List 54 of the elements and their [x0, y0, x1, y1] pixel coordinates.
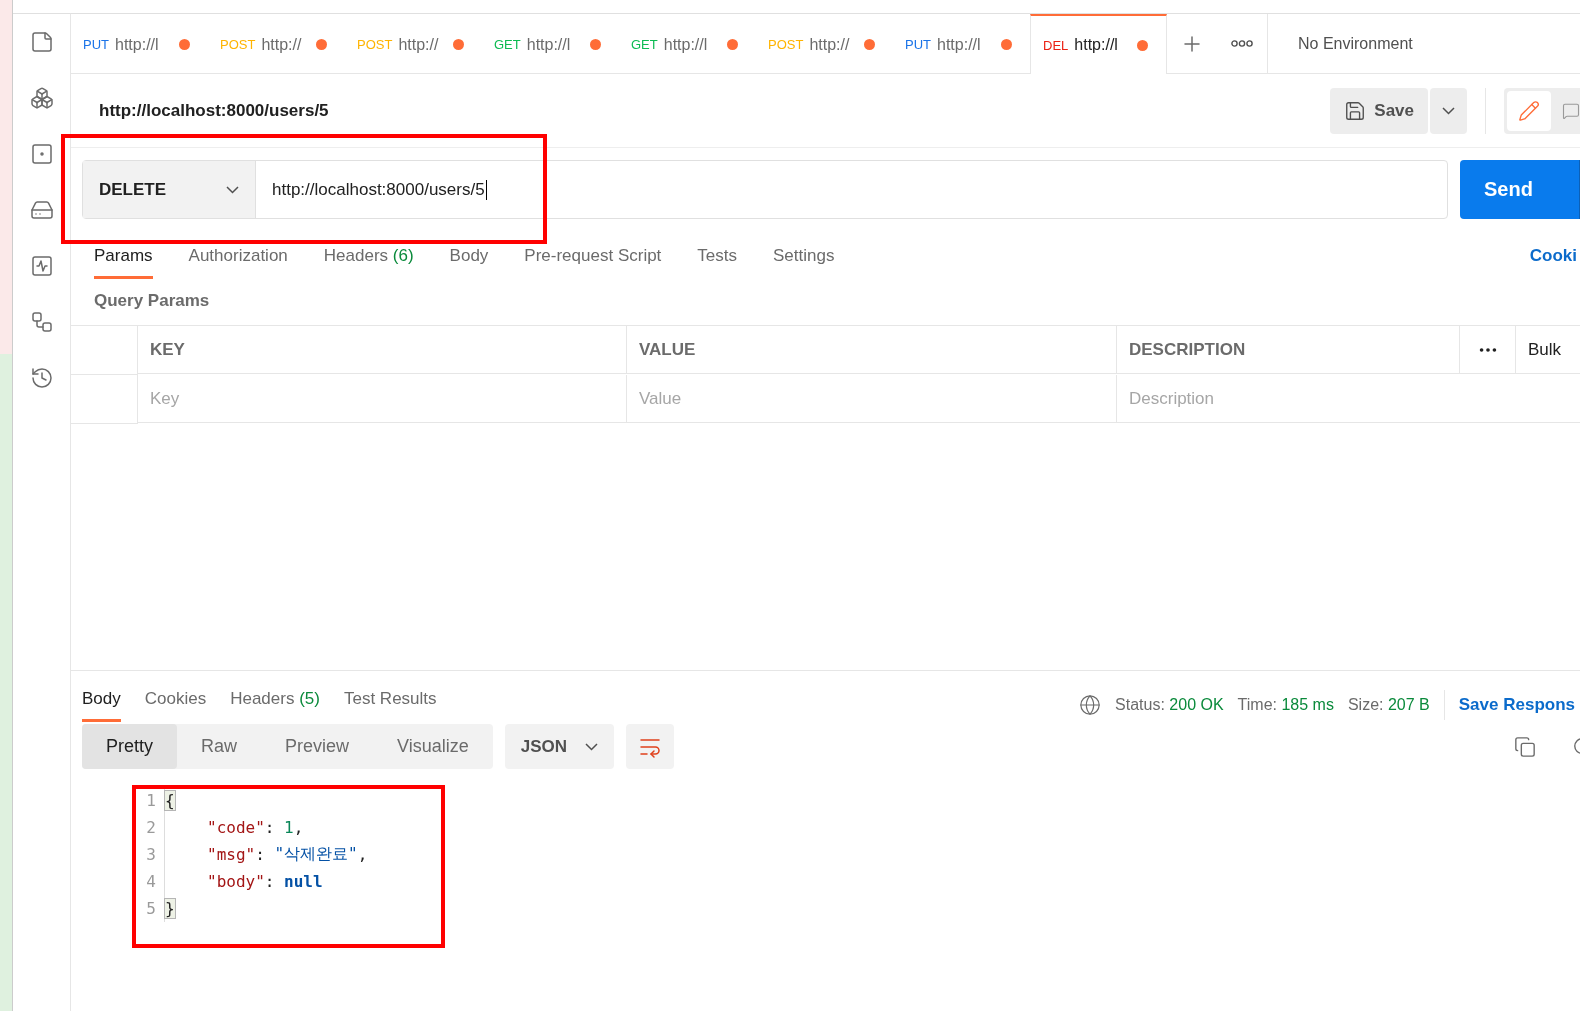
chevron-down-icon: [1442, 106, 1455, 115]
code-line: }: [164, 895, 175, 922]
view-mode-tab[interactable]: Preview: [261, 724, 374, 769]
history-icon[interactable]: [29, 366, 54, 390]
cookies-link[interactable]: Cooki: [1529, 246, 1577, 266]
chevron-down-icon: [585, 742, 599, 751]
format-dropdown[interactable]: JSON: [504, 724, 615, 769]
more-icon: [1231, 40, 1253, 47]
view-mode-tab[interactable]: Visualize: [373, 724, 493, 769]
pulse-icon[interactable]: [29, 254, 54, 278]
square-icon[interactable]: [29, 142, 54, 166]
code-line: "body": null: [164, 868, 323, 895]
request-section-tab[interactable]: Body: [449, 246, 489, 279]
pencil-icon: [1518, 99, 1540, 122]
line-number: 4: [145, 872, 157, 891]
request-section-tab[interactable]: Params: [94, 246, 153, 279]
save-response-link[interactable]: Save Respons: [1458, 695, 1575, 715]
response-stat: Size: 207 B: [1347, 696, 1430, 714]
request-section-tab[interactable]: Headers (6): [323, 246, 414, 279]
response-tab[interactable]: Test Results: [343, 689, 437, 722]
request-title: http://localhost:8000/users/5: [99, 100, 330, 121]
comment-button[interactable]: [1554, 87, 1580, 134]
column-header: VALUE: [627, 326, 1117, 374]
line-number: 2: [145, 818, 157, 837]
section-title: Query Params: [93, 290, 211, 312]
note-icon[interactable]: [29, 30, 54, 54]
code-line: "code": 1,: [164, 814, 304, 841]
wrap-lines-button[interactable]: [626, 724, 675, 769]
view-mode-tab[interactable]: Raw: [177, 724, 262, 769]
response-stat: Time: 185 ms: [1237, 696, 1334, 714]
request-section-tab[interactable]: Tests: [697, 246, 738, 279]
bulk-edit-link[interactable]: Bulk: [1516, 326, 1580, 374]
request-section-tab[interactable]: Pre-request Script: [524, 246, 662, 279]
line-number: 5: [145, 899, 157, 918]
line-number: 3: [145, 845, 157, 864]
code-line: "msg": "삭제완료",: [164, 841, 368, 868]
response-tab[interactable]: Cookies: [144, 689, 207, 722]
environment-selector[interactable]: No Environment: [1298, 34, 1413, 53]
drive-icon[interactable]: [29, 198, 54, 222]
response-tab[interactable]: Headers (5): [230, 689, 320, 722]
request-section-tab[interactable]: Authorization: [188, 246, 288, 279]
code-line: {: [164, 787, 175, 814]
line-number: 1: [145, 791, 157, 810]
flow-icon[interactable]: [29, 310, 54, 334]
save-button[interactable]: Save: [1330, 87, 1428, 134]
request-section-tab[interactable]: Settings: [773, 246, 835, 279]
column-header: DESCRIPTION: [1117, 326, 1460, 374]
globe-icon[interactable]: [1079, 694, 1102, 716]
copy-icon[interactable]: [1514, 735, 1536, 758]
response-stat: Status: 200 OK: [1115, 696, 1224, 714]
view-mode-tab[interactable]: Pretty: [82, 724, 177, 769]
send-button[interactable]: Send: [1460, 160, 1580, 219]
column-header: KEY: [138, 326, 627, 374]
request-tab[interactable]: DEL http://l: [1030, 14, 1167, 74]
